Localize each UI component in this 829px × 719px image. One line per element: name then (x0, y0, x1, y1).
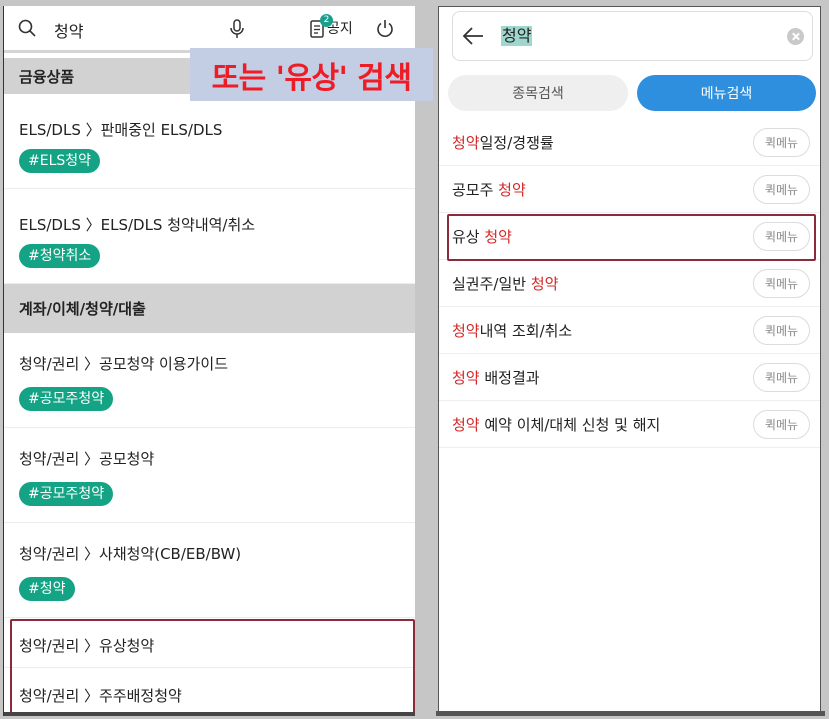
menu-search-bar[interactable]: 청약 (452, 11, 813, 61)
power-icon[interactable] (376, 19, 394, 42)
search-query-text[interactable]: 청약 (54, 18, 83, 42)
left-top-bar: 청약 2 공지 (4, 6, 415, 50)
result-item-els-on-sale[interactable]: ELS/DLS 〉판매중인 ELS/DLS #ELS청약 (4, 94, 415, 189)
result-item-tag[interactable]: #ELS청약 (19, 149, 101, 173)
menu-result-list: 청약일정/경쟁률 퀵메뉴 공모주 청약 퀵메뉴 유상 청약 퀵메뉴 실권주/일반… (439, 119, 820, 448)
menu-result-history-cancel[interactable]: 청약내역 조회/취소 퀵메뉴 (439, 307, 820, 354)
right-bottom-edge (436, 711, 825, 716)
result-item-path: 청약/권리 〉공모청약 (19, 450, 155, 468)
menu-result-allotment[interactable]: 청약 배정결과 퀵메뉴 (439, 354, 820, 401)
highlight-box-left (10, 619, 415, 714)
menu-result-ipo[interactable]: 공모주 청약 퀵메뉴 (439, 166, 820, 213)
left-search-panel: 청약 2 공지 금융상품 ELS/DLS 〉판매중인 ELS/DLS #ELS청… (3, 6, 415, 716)
quick-menu-button[interactable]: 퀵메뉴 (753, 175, 810, 204)
menu-result-label: 공모주 청약 (452, 180, 526, 199)
menu-result-label: 청약 배정결과 (452, 368, 540, 387)
menu-result-schedule[interactable]: 청약일정/경쟁률 퀵메뉴 (439, 119, 820, 166)
highlight-box-right (447, 214, 816, 261)
search-icon[interactable] (18, 19, 36, 41)
result-item-path: 청약/권리 〉공모청약 이용가이드 (19, 355, 228, 373)
result-item-path: 청약/권리 〉사채청약(CB/EB/BW) (19, 545, 242, 563)
quick-menu-button[interactable]: 퀵메뉴 (753, 410, 810, 439)
quick-menu-button[interactable]: 퀵메뉴 (753, 316, 810, 345)
back-arrow-icon[interactable] (462, 26, 484, 50)
notice-button[interactable]: 2 공지 (310, 13, 353, 38)
result-item-path: ELS/DLS 〉ELS/DLS 청약내역/취소 (19, 216, 256, 234)
section-title: 계좌/이체/청약/대출 (19, 300, 146, 318)
quick-menu-button[interactable]: 퀵메뉴 (753, 363, 810, 392)
annotation-callout: 또는 '유상' 검색 (190, 48, 433, 101)
result-item-path: ELS/DLS 〉판매중인 ELS/DLS (19, 121, 223, 139)
section-header-account-transfer: 계좌/이체/청약/대출 (4, 284, 415, 333)
notice-document-icon: 2 (310, 13, 333, 38)
quick-menu-button[interactable]: 퀵메뉴 (753, 269, 810, 298)
result-item-ipo-subscription[interactable]: 청약/권리 〉공모청약 #공모주청약 (4, 428, 415, 523)
menu-result-label: 청약 예약 이체/대체 신청 및 해지 (452, 415, 661, 434)
result-item-bond-subscription[interactable]: 청약/권리 〉사채청약(CB/EB/BW) #청약 (4, 523, 415, 618)
result-item-tag[interactable]: #청약 (19, 577, 75, 601)
result-item-tag[interactable]: #공모주청약 (19, 482, 114, 506)
right-menu-search-panel: 청약 종목검색 메뉴검색 청약일정/경쟁률 퀵메뉴 공모주 청약 퀵메뉴 유상 … (438, 6, 821, 712)
quick-menu-button[interactable]: 퀵메뉴 (753, 128, 810, 157)
menu-result-label: 실권주/일반 청약 (452, 274, 559, 293)
result-item-ipo-guide[interactable]: 청약/권리 〉공모청약 이용가이드 #공모주청약 (4, 333, 415, 428)
clear-icon[interactable] (787, 28, 804, 45)
menu-result-forfeited-general[interactable]: 실권주/일반 청약 퀵메뉴 (439, 260, 820, 307)
menu-result-label: 청약일정/경쟁률 (452, 133, 554, 152)
microphone-icon[interactable] (229, 19, 245, 43)
menu-result-label: 청약내역 조회/취소 (452, 321, 573, 340)
result-item-tag[interactable]: #청약취소 (19, 244, 101, 268)
tab-stock-search[interactable]: 종목검색 (448, 75, 628, 111)
left-bottom-edge (4, 712, 415, 716)
section-title: 금융상품 (19, 67, 75, 86)
result-item-els-subscription-history[interactable]: ELS/DLS 〉ELS/DLS 청약내역/취소 #청약취소 (4, 189, 415, 284)
menu-search-input[interactable]: 청약 (501, 26, 533, 46)
menu-result-reservation-transfer[interactable]: 청약 예약 이체/대체 신청 및 해지 퀵메뉴 (439, 401, 820, 448)
result-item-tag[interactable]: #공모주청약 (19, 387, 114, 411)
tab-menu-search[interactable]: 메뉴검색 (637, 75, 816, 111)
search-type-tabs: 종목검색 메뉴검색 (448, 75, 816, 111)
notice-count-badge: 2 (320, 13, 333, 27)
